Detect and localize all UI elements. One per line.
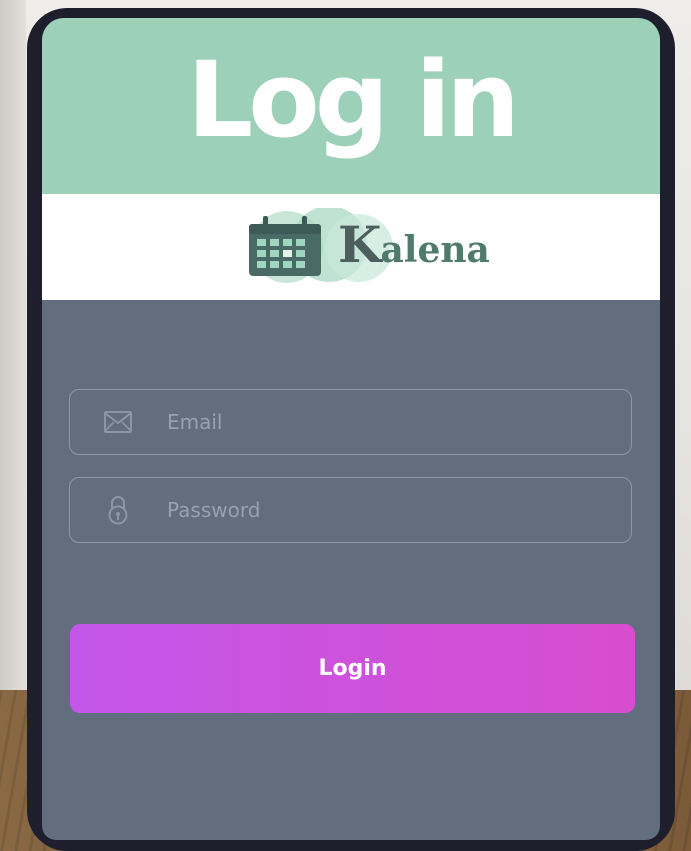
email-input[interactable] (165, 401, 599, 443)
logo-initial: K (338, 215, 381, 274)
page-title: Log in (186, 39, 520, 161)
login-button[interactable]: Login (70, 624, 635, 713)
background-shadow (0, 0, 26, 690)
email-field (69, 389, 632, 455)
password-input[interactable] (165, 489, 599, 531)
brand-logo-text: Kalena (338, 220, 490, 270)
header-banner: Log in (42, 18, 660, 194)
login-screen: Log in Kalena Email Login (42, 18, 660, 840)
logo-rest: alena (380, 229, 490, 271)
tablet-frame: Log in Kalena Email Login (27, 8, 675, 851)
logo-band: Kalena (42, 194, 660, 300)
lock-icon (103, 495, 133, 525)
envelope-icon (103, 407, 133, 437)
password-field (69, 477, 632, 543)
